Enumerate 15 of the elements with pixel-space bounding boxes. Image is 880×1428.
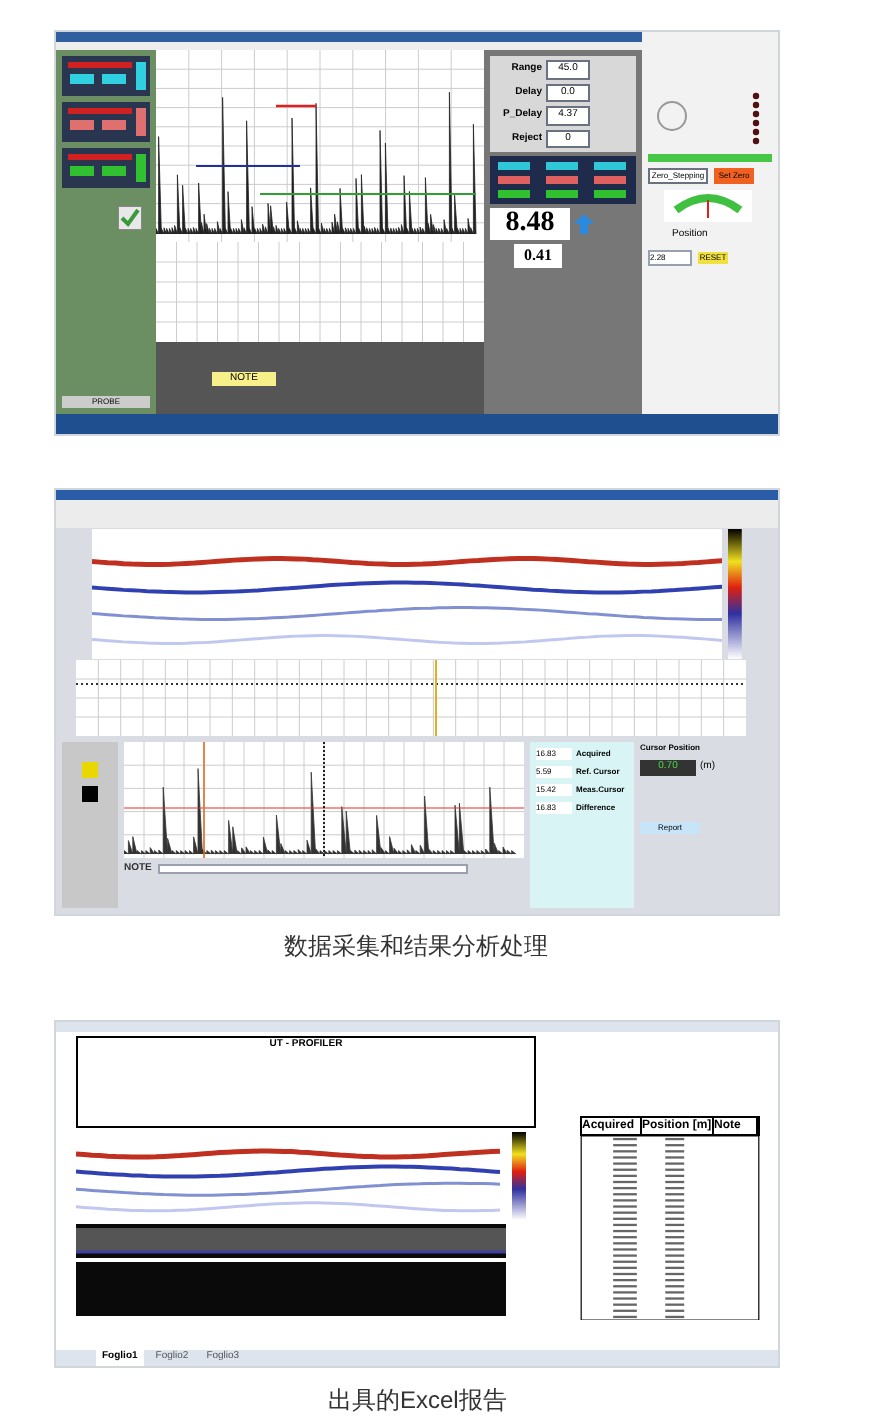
secondary-display: 0.41 [514,244,562,268]
checkbox-icon [118,206,142,230]
reference-swatch-icon [82,762,98,778]
meter-drawing [62,148,150,188]
meter-drawing [62,102,150,142]
measure-swatch-icon [82,786,98,802]
color-scale-drawing [728,528,742,660]
note-field[interactable] [157,864,468,875]
up-arrow-icon [574,214,594,234]
meter-drawing [62,56,150,96]
color-scale-drawing [512,1132,526,1220]
thickness-display: 8.48 [490,208,570,240]
caption: 出具的Excel报告 [328,1384,507,1418]
gauge-drawing [664,190,752,222]
caption: 数据采集和结果分析处理 [284,930,548,964]
